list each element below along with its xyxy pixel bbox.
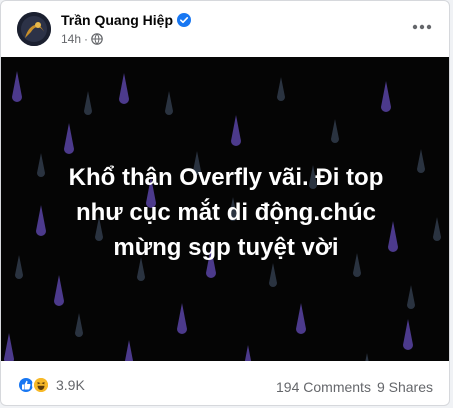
author-name[interactable]: Trần Quang Hiệp (61, 12, 173, 28)
post-timestamp[interactable]: 14h (61, 32, 81, 46)
post-footer: 3.9K 194 Comments 9 Shares (1, 361, 449, 405)
post-header: Trần Quang Hiệp 14h · (1, 1, 449, 57)
haha-icon (32, 376, 50, 394)
post-card: Trần Quang Hiệp 14h · Khổ thân Overfly v… (0, 0, 450, 406)
more-horizontal-icon (412, 17, 432, 35)
post-text-line: Khổ thân Overfly vãi. Đi top (68, 164, 384, 191)
meta-separator: · (84, 32, 89, 46)
post-stats: 194 Comments 9 Shares (276, 379, 433, 395)
post-text-line: như cục mắt di động.chúc (75, 199, 377, 226)
shares-count[interactable]: 9 Shares (377, 379, 433, 395)
more-options-button[interactable] (405, 13, 439, 39)
globe-icon[interactable] (91, 33, 103, 45)
verified-badge-icon (177, 13, 192, 27)
reactions-summary[interactable]: 3.9K (17, 376, 85, 394)
comments-count[interactable]: 194 Comments (276, 379, 371, 395)
reaction-count[interactable]: 3.9K (56, 377, 85, 393)
post-meta: 14h · (61, 32, 103, 46)
post-text-line: mừng sgp tuyệt vời (113, 234, 339, 261)
post-text: Khổ thân Overfly vãi. Đi top như cục mắt… (26, 160, 426, 265)
author-row: Trần Quang Hiệp (61, 12, 192, 28)
avatar[interactable] (17, 12, 51, 46)
post-media[interactable]: Khổ thân Overfly vãi. Đi top như cục mắt… (1, 57, 449, 361)
